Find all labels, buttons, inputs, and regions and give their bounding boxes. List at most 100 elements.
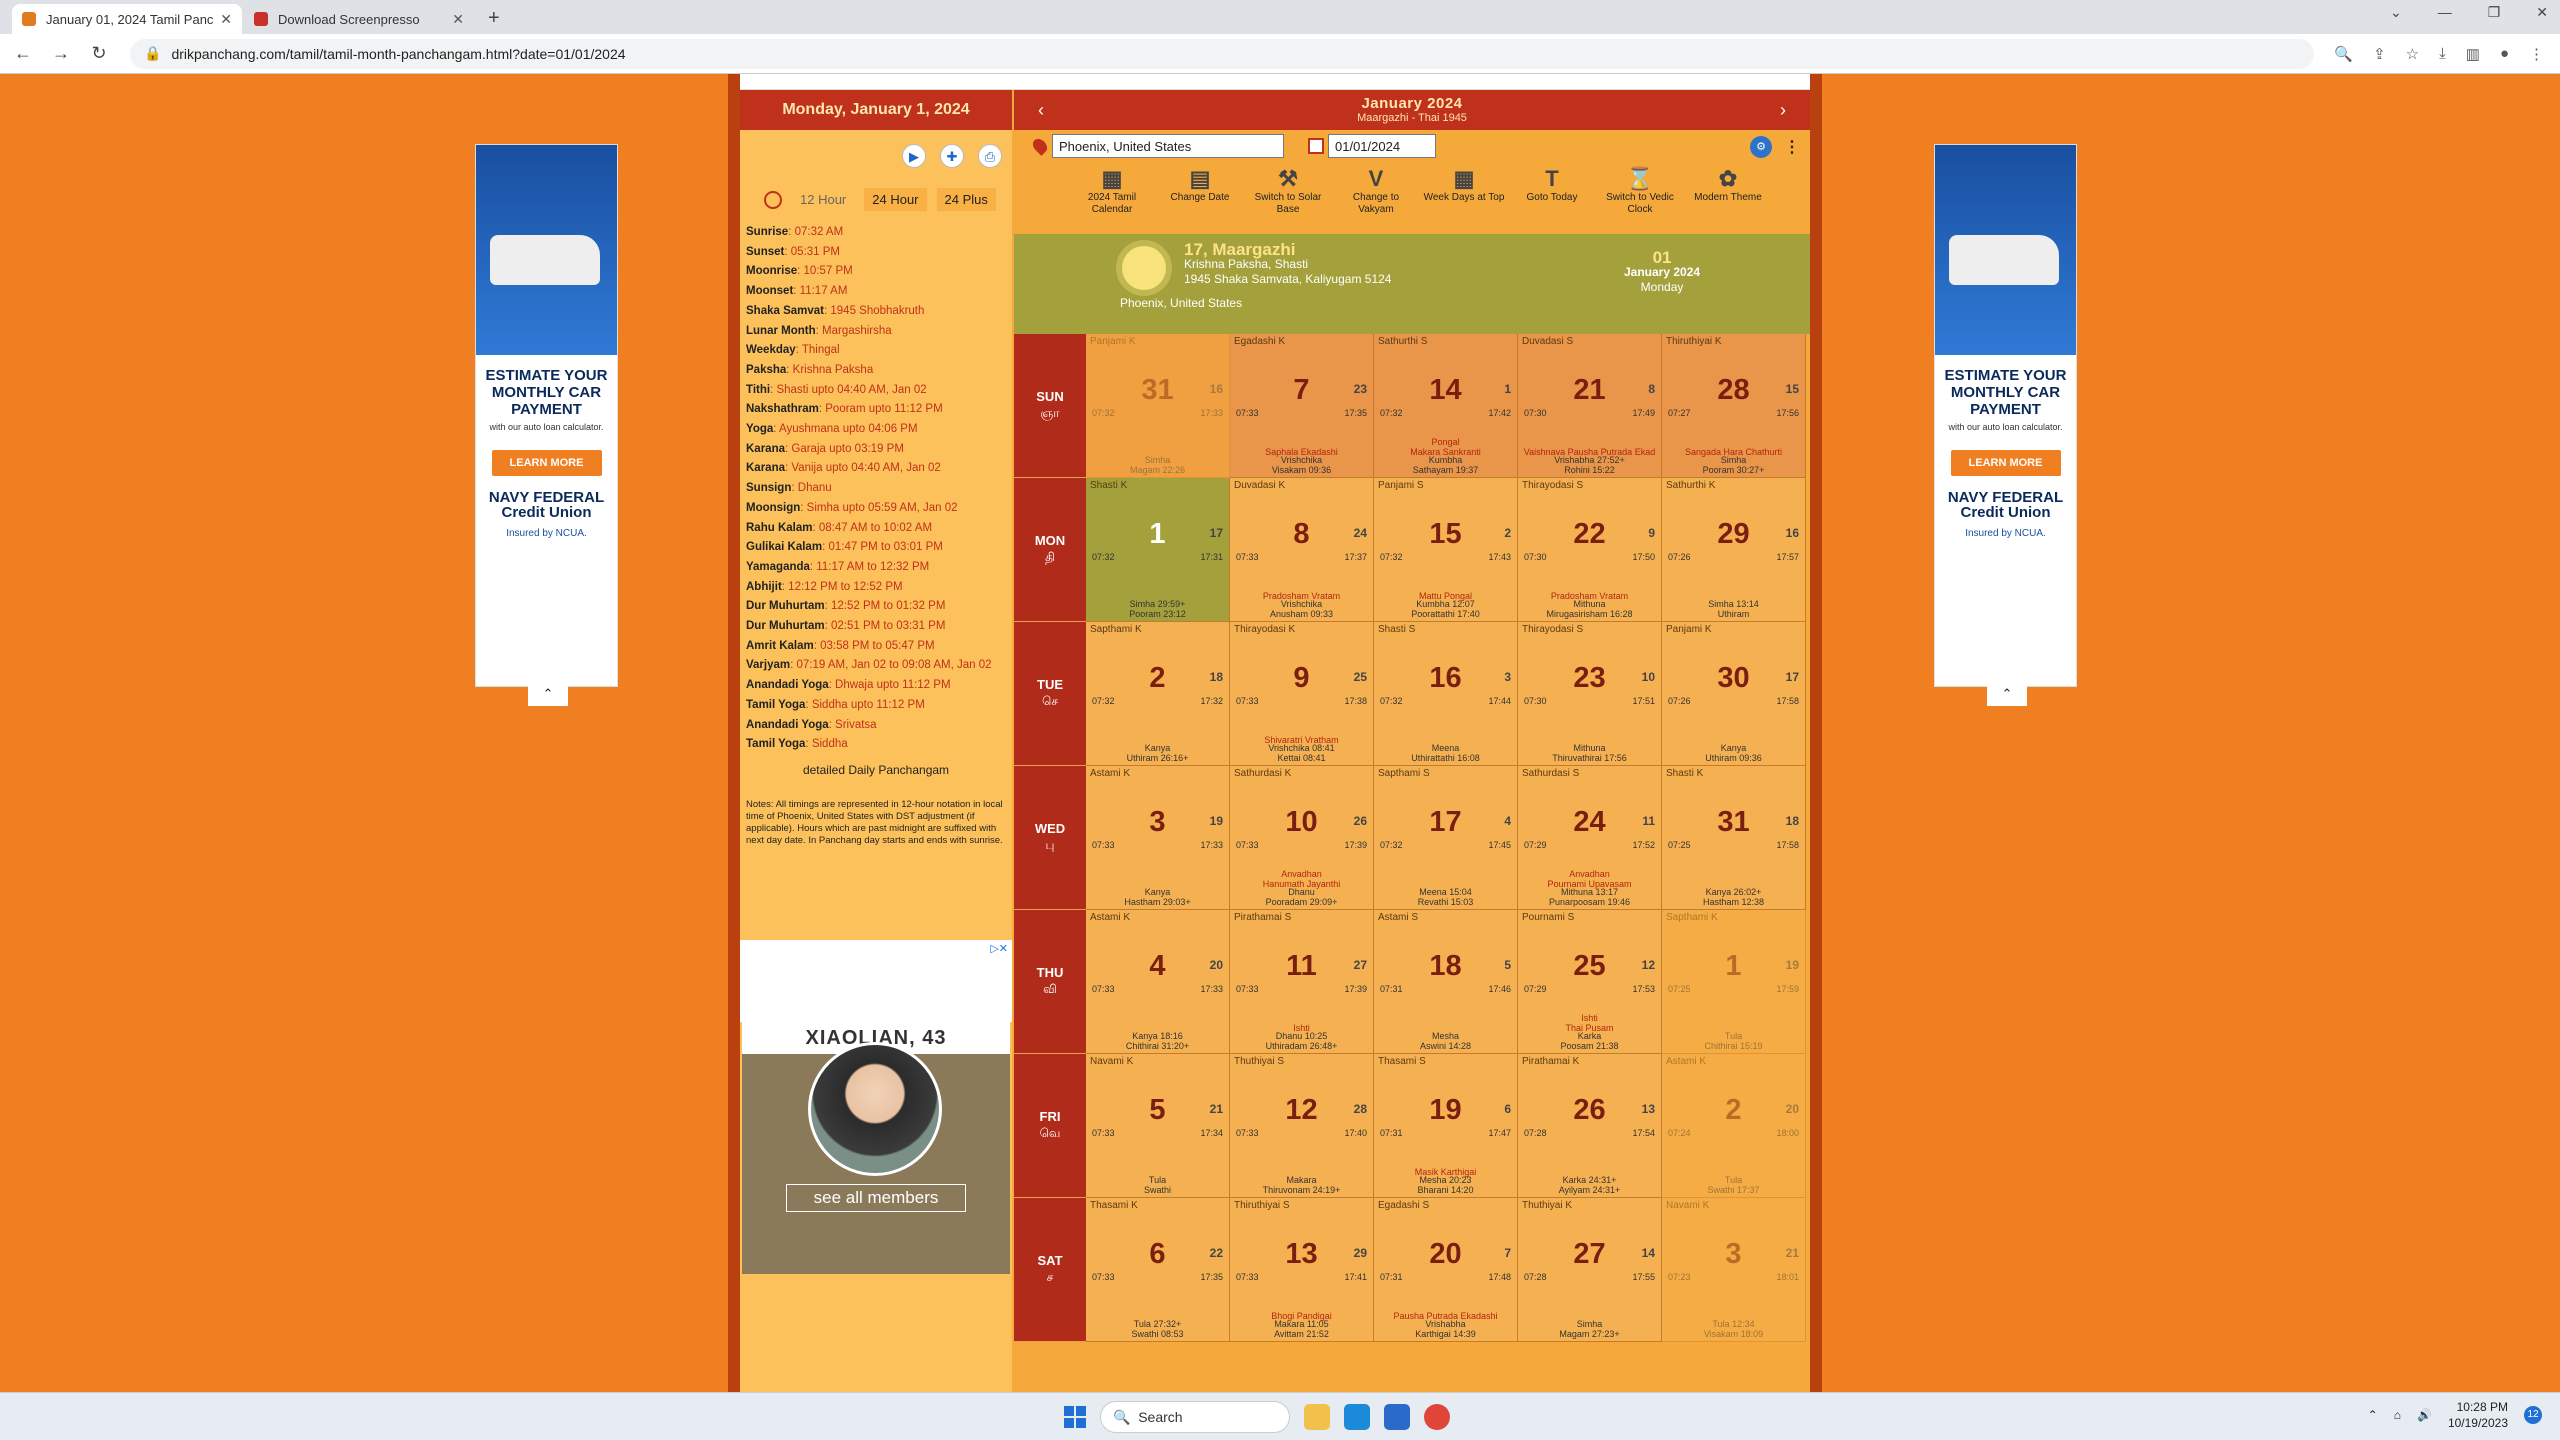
day-cell[interactable]: Astami K 3 19 07:33 17:33 Kanya Hastham 29:03+ [1086,766,1230,910]
detailed-daily-panchangam-link[interactable]: detailed Daily Panchangam [740,763,1012,777]
tab-screenpresso[interactable]: Download Screenpresso ✕ [244,4,474,34]
volume-icon[interactable]: 🔊 [2417,1408,2432,1422]
day-cell[interactable]: Sathurdasi S 24 11 07:29 17:52 Anvadhan Pourna… [1518,766,1662,910]
profile-icon[interactable]: ● [2500,45,2509,63]
day-cell[interactable]: Sathurthi S 14 1 07:32 17:42 Pongal Makara San… [1374,334,1518,478]
next-month-icon[interactable]: › [1780,100,1786,121]
day-cell[interactable]: Panjami K 31 16 07:32 17:33 Simha Magam 22:26 [1086,334,1230,478]
day-cell[interactable]: Sapthami K 2 18 07:32 17:32 Kanya Uthiram 26:1… [1086,622,1230,766]
location-input[interactable] [1052,134,1284,158]
day-cell[interactable]: Sapthami S 17 4 07:32 17:45 Meena 15:04 Revath… [1374,766,1518,910]
day-cell[interactable]: Thuthiyai K 27 14 07:28 17:55 Simha Magam 27:2… [1518,1198,1662,1342]
tool-button[interactable]: ▦ 2024 Tamil Calendar [1070,162,1154,234]
day-cell[interactable]: Thirayodasi S 22 9 07:30 17:50 Pradosham Vrat… [1518,478,1662,622]
day-cell[interactable]: Astami S 18 5 07:31 17:46 Mesha Aswini 14:28 [1374,910,1518,1054]
day-cell[interactable]: Egadashi K 7 23 07:33 17:35 Saphala Ekadashi V… [1230,334,1374,478]
tab-panchang[interactable]: January 01, 2024 Tamil Panchang ✕ [12,4,242,34]
tab-search-icon[interactable]: ⌄ [2390,4,2402,21]
play-icon[interactable]: ▶ [902,144,926,168]
reload-icon[interactable]: ↻ [84,43,114,64]
notification-icon[interactable]: 12 [2524,1406,2542,1424]
more-options-icon[interactable]: ⋮ [1784,137,1800,157]
day-cell[interactable]: Sathurdasi K 10 26 07:33 17:39 Anvadhan Hanuma… [1230,766,1374,910]
day-cell[interactable]: Panjami S 15 2 07:32 17:43 Mattu Pongal Kumbha… [1374,478,1518,622]
day-cell[interactable]: Duvadasi K 8 24 07:33 17:37 Pradosham Vratam V… [1230,478,1374,622]
settings-globe-icon[interactable]: ⚙ [1750,136,1772,158]
bookmark-star-icon[interactable]: ☆ [2406,45,2419,63]
detail-value: : 11:17 AM [793,285,848,298]
restore-button[interactable]: ❐ [2488,4,2501,21]
day-cell[interactable]: Thasami S 19 6 07:31 17:47 Masik Karthigai Mes… [1374,1054,1518,1198]
close-tab-icon[interactable]: ✕ [220,11,232,28]
close-window-button[interactable]: ✕ [2536,4,2548,21]
taskbar-clock[interactable]: 10:28 PM 10/19/2023 [2448,1399,2508,1431]
day-cell[interactable]: Thiruthiyai S 13 29 07:33 17:41 Bhogi Pandiga… [1230,1198,1374,1342]
add-icon[interactable]: ✚ [940,144,964,168]
print-icon[interactable]: ⎙ [978,144,1002,168]
new-tab-button[interactable]: + [476,7,512,34]
share-icon[interactable]: ⇪ [2373,45,2386,63]
file-explorer-icon[interactable] [1304,1404,1330,1430]
festival-text: Anvadhan Pournami Upavasam [1547,869,1632,889]
day-cell[interactable]: Thiruthiyai K 28 15 07:27 17:56 Sangada Hara … [1662,334,1806,478]
day-cell[interactable]: Panjami K 30 17 07:26 17:58 Kanya Uthiram 09:3… [1662,622,1806,766]
ad-right[interactable]: ▷✕ ESTIMATE YOUR MONTHLY CAR PAYMENT wit… [1934,144,2077,706]
tool-button[interactable]: ⌛ Switch to Vedic Clock [1598,162,1682,234]
day-cell[interactable]: Thirayodasi K 9 25 07:33 17:38 Shivaratri Vra… [1230,622,1374,766]
tool-button[interactable]: T Goto Today [1510,162,1594,234]
day-cell[interactable]: Duvadasi S 21 8 07:30 17:49 Vaishnava Pausha … [1518,334,1662,478]
back-icon[interactable]: ← [8,43,38,64]
ad-left[interactable]: ▷✕ ESTIMATE YOUR MONTHLY CAR PAYMENT wit… [475,144,618,706]
collapse-ad-icon[interactable]: ⌃ [1987,686,2027,706]
day-cell[interactable]: Shasti K 31 18 07:25 17:58 Kanya 26:02+ Hastha… [1662,766,1806,910]
day-cell[interactable]: Thirayodasi S 23 10 07:30 17:51 Mithuna Thiruv… [1518,622,1662,766]
day-cell[interactable]: Sathurthi K 29 16 07:26 17:57 Simha 13:14 Uthi… [1662,478,1806,622]
url-field[interactable]: 🔒 drikpanchang.com/tamil/tamil-month-pan… [130,38,2315,69]
zoom-icon[interactable]: 🔍 [2334,45,2353,63]
edge-icon[interactable] [1344,1404,1370,1430]
promo-ad[interactable]: ▷✕ XIAOLIAN, 43 see all members [740,940,1012,1340]
sunrise-time: 07:25 [1668,840,1691,850]
day-cell[interactable]: Thuthiyai S 12 28 07:33 17:40 Makara Thiruvona… [1230,1054,1374,1198]
download-icon[interactable]: ⤓ [2439,45,2446,63]
see-all-members-button[interactable]: see all members [786,1184,966,1212]
tool-button[interactable]: ▤ Change Date [1158,162,1242,234]
day-cell[interactable]: Navami K 5 21 07:33 17:34 Tula Swathi [1086,1054,1230,1198]
day-cell[interactable]: Pirathamai K 26 13 07:28 17:54 Karka 24:31+ Ay… [1518,1054,1662,1198]
day-cell[interactable]: Thasami K 6 22 07:33 17:35 Tula 27:32+ Swathi … [1086,1198,1230,1342]
tool-button[interactable]: ⚒ Switch to Solar Base [1246,162,1330,234]
day-cell[interactable]: Navami K 3 21 07:23 18:01 Tula 12:34 Visakam 1… [1662,1198,1806,1342]
windows-start-icon[interactable] [1064,1406,1086,1428]
learn-more-button[interactable]: LEARN MORE [1950,450,2061,476]
tray-chevron-icon[interactable]: ⌃ [2368,1408,2378,1422]
minimize-button[interactable]: — [2438,4,2452,21]
collapse-ad-icon[interactable]: ⌃ [528,686,568,706]
sidepanel-icon[interactable]: ▥ [2466,45,2480,63]
tool-button[interactable]: V Change to Vakyam [1334,162,1418,234]
prev-month-icon[interactable]: ‹ [1038,100,1044,121]
day-cell[interactable]: Sapthami K 1 19 07:25 17:59 Tula Chithirai 15:… [1662,910,1806,1054]
day-cell[interactable]: Astami K 2 20 07:24 18:00 Tula Swathi 17:37 [1662,1054,1806,1198]
date-input[interactable] [1328,134,1436,158]
day-cell[interactable]: Egadashi S 20 7 07:31 17:48 Pausha Putrada Ek… [1374,1198,1518,1342]
day-cell[interactable]: Shasti S 16 3 07:32 17:44 Meena Uthirattathi 1… [1374,622,1518,766]
sunrise-time: 07:25 [1668,984,1691,994]
close-tab-icon[interactable]: ✕ [452,11,464,28]
chrome-icon[interactable] [1424,1404,1450,1430]
tab-12-hour[interactable]: 12 Hour [792,188,854,211]
day-cell[interactable]: Shasti K 1 17 07:32 17:31 Simha 29:59+ Pooram … [1086,478,1230,622]
day-cell[interactable]: Astami K 4 20 07:33 17:33 Kanya 18:16 Chithira… [1086,910,1230,1054]
day-cell[interactable]: Pournami S 25 12 07:29 17:53 Ishti Thai Pusam K… [1518,910,1662,1054]
menu-icon[interactable]: ⋮ [2529,45,2544,63]
day-cell[interactable]: Pirathamai S 11 27 07:33 17:39 Ishti Dhanu 10:… [1230,910,1374,1054]
tool-button[interactable]: ▦ Week Days at Top [1422,162,1506,234]
vscode-icon[interactable] [1384,1404,1410,1430]
tab-24-plus[interactable]: 24 Plus [936,188,996,211]
taskbar-search[interactable]: 🔍 Search [1100,1401,1290,1433]
learn-more-button[interactable]: LEARN MORE [491,450,602,476]
forward-icon[interactable]: → [46,43,76,64]
network-icon[interactable]: ⌂ [2394,1408,2401,1422]
tab-24-hour[interactable]: 24 Hour [864,188,927,211]
adchoices-icon[interactable]: ▷✕ [990,942,1008,955]
tool-button[interactable]: ✿ Modern Theme [1686,162,1770,234]
